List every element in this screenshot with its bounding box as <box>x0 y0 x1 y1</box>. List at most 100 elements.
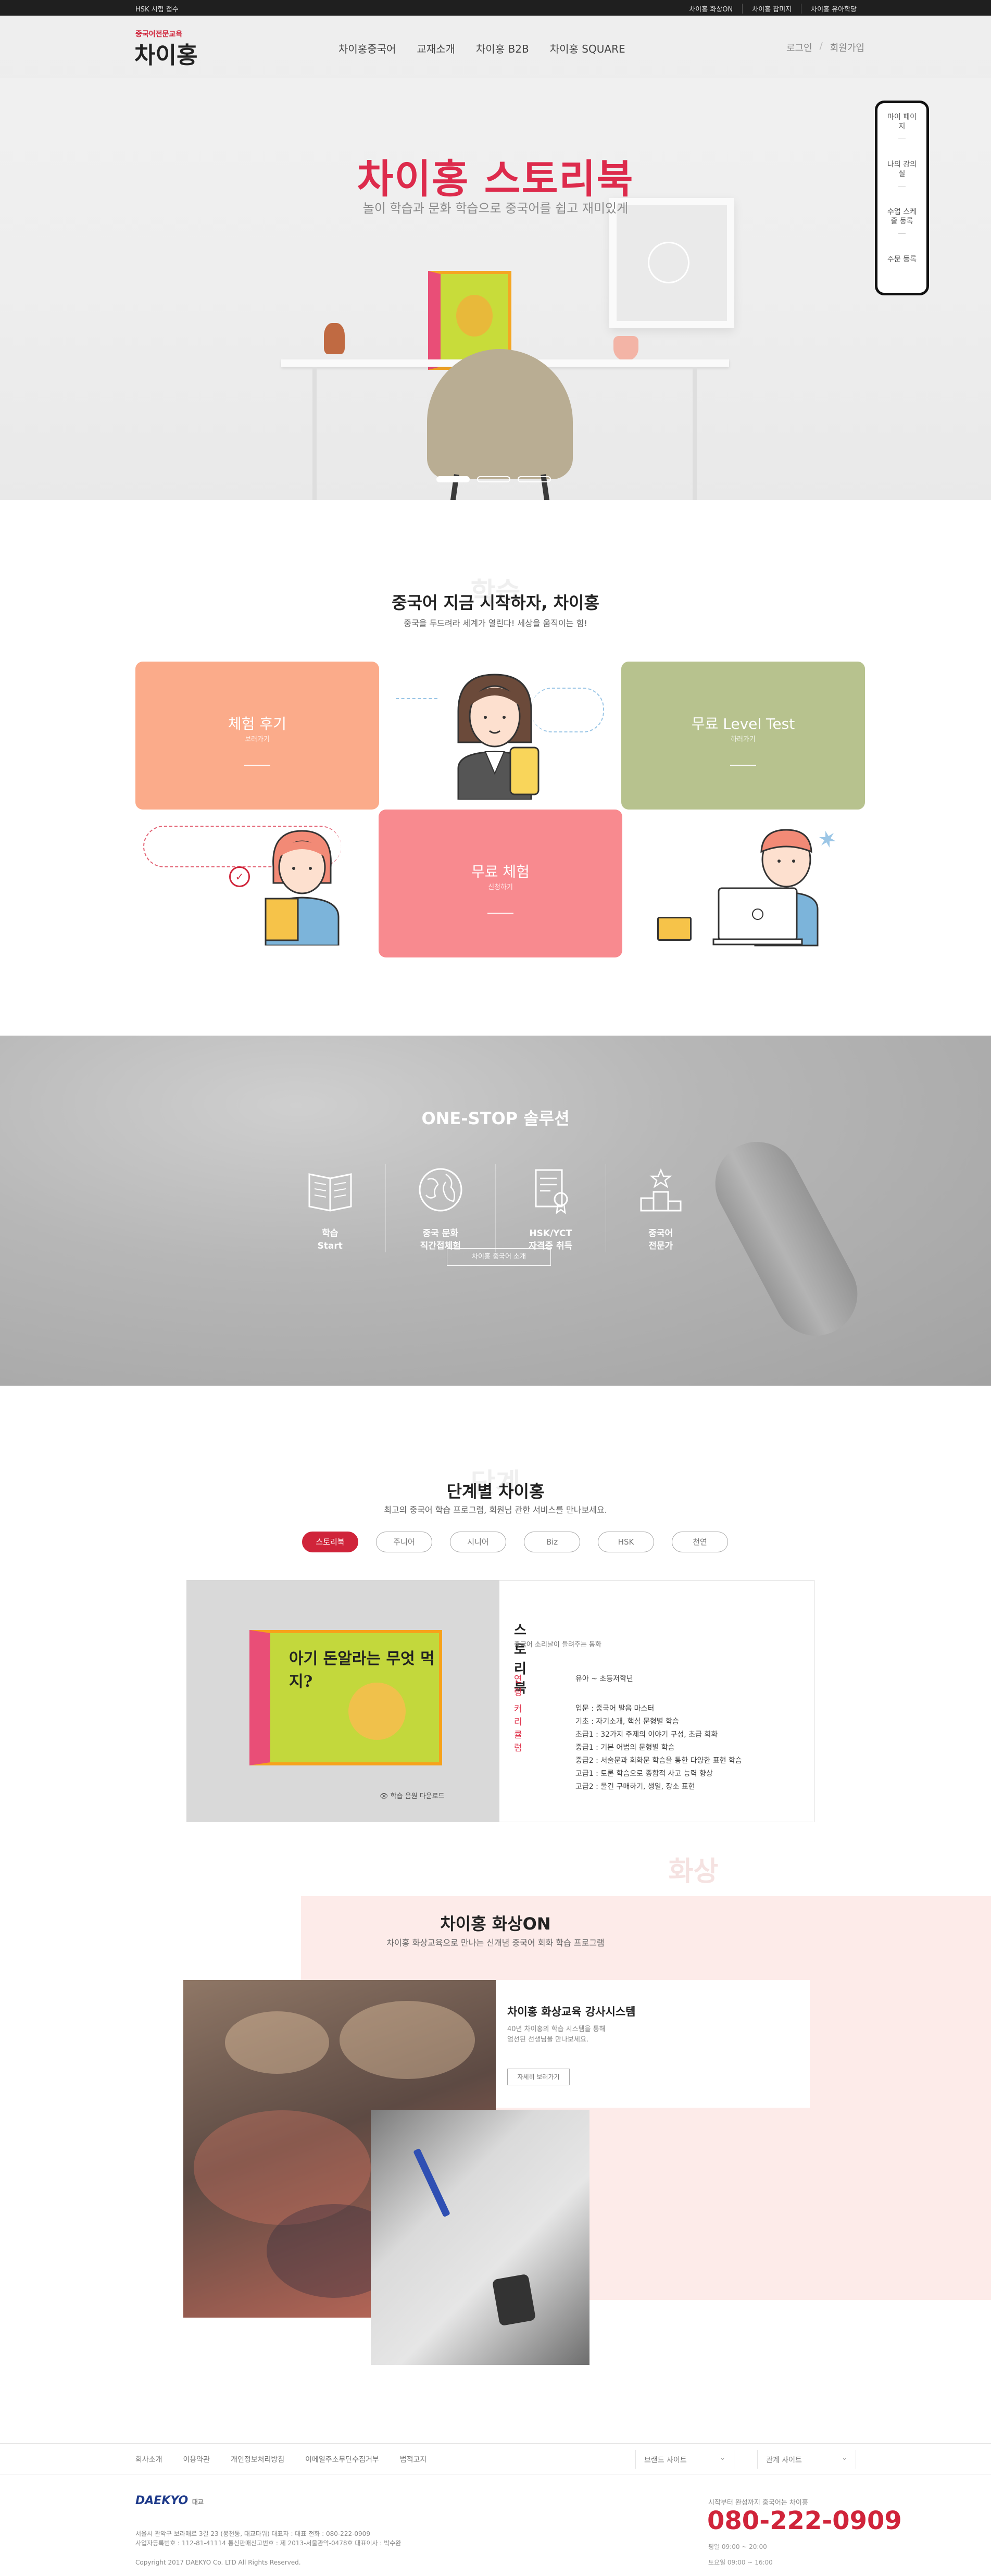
onestop-item-hsk: HSK/YCT 자격증 취득 <box>495 1164 606 1252</box>
tab-storybook[interactable]: 스토리북 <box>302 1532 358 1552</box>
quick-schedule[interactable]: 수업 스케줄 등록 <box>877 207 926 234</box>
level-image-area: 아기 돈알라는 무엇 먹지? 👁 학습 음원 다운로드 <box>187 1581 499 1822</box>
onestop-item-culture: 중국 문화 직간접체험 <box>385 1164 496 1252</box>
card-level-test-title: 무료 Level Test <box>691 715 795 732</box>
vase-decoration <box>324 323 345 354</box>
onestop-item-hsk-line1: HSK/YCT <box>529 1228 572 1239</box>
online-card-title: 차이홍 화상교육 강사시스템 <box>507 2006 636 2018</box>
online-title: 차이홍 화상ON <box>440 1914 551 1934</box>
footer-link-privacy[interactable]: 개인정보처리방침 <box>231 2454 284 2465</box>
onestop-item-culture-line1: 중국 문화 <box>422 1228 458 1239</box>
onestop-intro-button[interactable]: 차이홍 중국어 소개 <box>447 1248 551 1266</box>
card-review-sub: 보러가기 <box>245 736 270 743</box>
footer-logo: DAEKYO 대교 <box>135 2494 204 2507</box>
slide-dot-3[interactable] <box>518 476 551 482</box>
boy-with-laptop-illustration <box>708 820 838 951</box>
footer-copyright: Copyright 2017 DAEKYO Co. LTD All Rights… <box>135 2559 301 2566</box>
utility-link-online[interactable]: 차이홍 화상ON <box>680 4 742 14</box>
hero-subtitle: 놀이 학습과 문화 학습으로 중국어를 쉽고 재미있게 <box>362 201 629 216</box>
card-review[interactable]: 체험 후기 보러가기 <box>135 662 379 810</box>
brand-site-select[interactable]: 브랜드 사이트 ⌄ <box>635 2450 734 2469</box>
main-nav: 차이홍중국어 교재소개 차이홍 B2B 차이홍 SQUARE <box>338 41 625 56</box>
quick-classroom[interactable]: 나의 강의실 <box>877 160 926 186</box>
level-description: 중국어 소리날이 들려주는 동화 <box>514 1641 601 1649</box>
nav-item-square[interactable]: 차이홍 SQUARE <box>550 41 625 56</box>
tab-biz[interactable]: Biz <box>524 1532 580 1552</box>
quick-mypage[interactable]: 마이 페이지 <box>877 113 926 139</box>
onestop-item-study-line1: 학습 <box>322 1228 338 1239</box>
levels-subtitle: 최고의 중국어 학습 프로그램, 회원님 관한 서비스를 만나보세요. <box>384 1505 607 1515</box>
girl-with-book-illustration <box>255 820 344 947</box>
tab-hsk[interactable]: HSK <box>598 1532 654 1552</box>
curriculum-item: 기초 : 자기소개, 핵심 문형별 학습 <box>575 1718 679 1726</box>
hero-banner: 차이홍 스토리북 놀이 학습과 문화 학습으로 중국어를 쉽고 재미있게 <box>0 16 991 500</box>
storybook-cover-title: 아기 돈알라는 무엇 먹지? <box>289 1650 435 1691</box>
slide-dot-2[interactable] <box>477 476 510 482</box>
level-tabs: 스토리북 주니어 시니어 Biz HSK 천연 <box>302 1532 728 1552</box>
woman-with-phone-illustration <box>437 669 552 801</box>
plant-pot-decoration <box>613 336 638 361</box>
footer-address: 서울시 관악구 보라매로 3길 23 (봉천동, 대교타워) 대표자 : 대표 … <box>135 2530 402 2547</box>
card-free-trial[interactable]: 무료 체험 신청하기 <box>379 810 622 957</box>
pen-background-image <box>700 1127 872 1351</box>
join-link[interactable]: 회원가입 <box>830 41 864 54</box>
footer-link-email-policy[interactable]: 이메일주소무단수집거부 <box>305 2454 379 2465</box>
onestop-item-expert-line2: 전문가 <box>648 1241 673 1251</box>
login-link[interactable]: 로그인 <box>786 41 812 54</box>
card-free-trial-sub: 신청하기 <box>488 883 513 891</box>
age-value: 유아 ~ 초등저학년 <box>575 1675 633 1683</box>
cs-hours: 평일 09:00 ~ 20:00 토요일 09:00 ~ 16:00 <box>708 2543 773 2566</box>
nav-item-chinese[interactable]: 차이홍중국어 <box>338 41 396 56</box>
card-review-title: 체험 후기 <box>228 715 286 732</box>
eye-icon: 👁 <box>380 1793 391 1800</box>
quick-menu: 마이 페이지 나의 강의실 수업 스케줄 등록 주문 등록 <box>875 101 929 295</box>
cs-phone[interactable]: 080-222-0909 <box>707 2506 902 2535</box>
curriculum-item: 초급1 : 32가지 주제의 이야기 구성, 초급 회화 <box>575 1731 718 1739</box>
certificate-icon <box>535 1169 568 1214</box>
onestop-section: ONE-STOP 솔루션 학습 Start 중국 문화 직간접체험 HSK/YC… <box>0 1036 991 1386</box>
online-ghost-text: 화상 <box>668 1856 719 1887</box>
footer-link-company[interactable]: 회사소개 <box>135 2454 162 2465</box>
curriculum-item: 고급1 : 토론 학습으로 종합적 사고 능력 향상 <box>575 1770 713 1778</box>
logo[interactable]: 차이홍 <box>134 36 197 70</box>
footer-link-terms[interactable]: 이용약관 <box>183 2454 210 2465</box>
onestop-items: 학습 Start 중국 문화 직간접체험 HSK/YCT 자격증 취득 중국어 … <box>275 1164 716 1252</box>
curriculum-item: 입문 : 중국어 발음 마스터 <box>575 1704 655 1713</box>
onestop-item-expert-line1: 중국어 <box>648 1228 673 1239</box>
member-links: 로그인 / 회원가입 <box>786 41 864 54</box>
intro-subtitle: 중국을 두드려라 세계가 열린다! 세상을 움직이는 힘! <box>404 618 587 628</box>
utility-link-kids[interactable]: 차이홍 유아학당 <box>801 4 866 14</box>
nav-item-textbook[interactable]: 교재소개 <box>417 41 455 56</box>
footer-link-legal[interactable]: 법적고지 <box>400 2454 427 2465</box>
tab-senior[interactable]: 시니어 <box>450 1532 506 1552</box>
storybook-cover-image: 아기 돈알라는 무엇 먹지? <box>249 1630 442 1765</box>
audio-download-link[interactable]: 👁 학습 음원 다운로드 <box>380 1790 445 1800</box>
related-site-select[interactable]: 관계 사이트 ⌄ <box>757 2450 856 2469</box>
globe-icon <box>419 1168 462 1212</box>
intro-title: 중국어 지금 시작하자, 차이홍 <box>392 593 599 613</box>
card-level-test[interactable]: 무료 Level Test 하러가기 <box>621 662 865 810</box>
footer-links: 회사소개 이용약관 개인정보처리방침 이메일주소무단수집거부 법적고지 <box>135 2454 426 2465</box>
levels-title: 단계별 차이홍 <box>446 1482 545 1501</box>
cs-label: 시작부터 완성까지 중국어는 차이홍 <box>708 2499 808 2507</box>
book-icon-illustration <box>657 917 692 941</box>
onestop-item-expert: 중국어 전문가 <box>605 1164 716 1252</box>
slide-dot-1[interactable] <box>436 476 470 482</box>
level-panel: 아기 돈알라는 무엇 먹지? 👁 학습 음원 다운로드 스토리북 중국어 소리날… <box>186 1580 814 1822</box>
slider-pagination <box>436 476 551 482</box>
quick-order[interactable]: 주문 등록 <box>877 255 926 264</box>
nav-item-b2b[interactable]: 차이홍 B2B <box>476 41 529 56</box>
online-subtitle: 차이홍 화상교육으로 만나는 신개념 중국어 회화 학습 프로그램 <box>386 1938 605 1948</box>
footer-link-bar: 회사소개 이용약관 개인정보처리방침 이메일주소무단수집거부 법적고지 브랜드 … <box>0 2443 991 2474</box>
online-more-button[interactable]: 자세히 보러가기 <box>507 2069 570 2085</box>
hsk-link[interactable]: HSK 시험 접수 <box>135 4 179 14</box>
tab-junior[interactable]: 주니어 <box>376 1532 432 1552</box>
curriculum-item: 중급2 : 서술문과 회화문 학습을 통한 다양한 표현 학습 <box>575 1757 742 1765</box>
onestop-item-study: 학습 Start <box>275 1164 385 1252</box>
curriculum-item: 고급2 : 물건 구매하기, 생일, 장소 표현 <box>575 1783 695 1791</box>
tab-nature[interactable]: 천연 <box>672 1532 728 1552</box>
check-icon: ✓ <box>229 866 250 887</box>
onestop-item-study-line2: Start <box>317 1241 343 1251</box>
writing-hand-photo <box>371 2110 589 2365</box>
utility-link-magazine[interactable]: 차이홍 잡미지 <box>742 4 801 14</box>
